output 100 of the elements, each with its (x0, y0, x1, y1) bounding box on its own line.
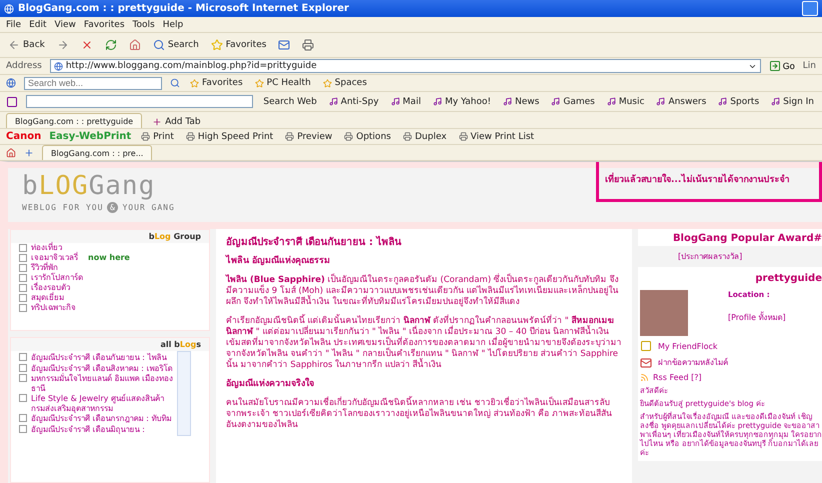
menu-item[interactable]: File (6, 20, 22, 30)
article-paragraph: คนในสมัยโบราณมีความเชื่อเกี่ยวกับอัญมณีชนิดนี้หลากหลาย เช่น ชาวยิวเชื่อว่าไพลินเป็นเสมือนสารลับจากพระเจ้า ชาวเปอร์เซียคิดว่าโลกของเราวางอยู่เหนือไพลินขนาดใหญ่ ส่วนท้องฟ้า คือ ภาพสะท้อนสีสันอันงดงามของไพลิน (226, 398, 613, 431)
toolbar-button[interactable]: Preview (283, 130, 334, 142)
panel-title: all bLogs (11, 338, 209, 351)
search-icon (152, 39, 165, 51)
article-title: อัญมณีประจำราศี เดือนกันยายน : ไพลิน (226, 237, 402, 248)
favorites-button[interactable]: Favorites (208, 38, 268, 52)
browser-tab[interactable]: BlogGang.com : : prettyguide (6, 113, 142, 128)
toolbar-button[interactable]: Options (342, 130, 393, 142)
print-button[interactable] (300, 38, 316, 52)
message-icon (640, 356, 652, 368)
go-button[interactable]: Go (768, 60, 795, 72)
blog-link[interactable]: อัญมณีประจำราศี เดือนมิถุนายน : (31, 424, 145, 434)
close-icon (80, 39, 93, 51)
site-tagline: WEBLOG FOR YOU & YOUR GANG (22, 202, 175, 213)
note-icon (718, 97, 728, 106)
plus-icon (152, 117, 162, 127)
back-arrow-icon (8, 39, 20, 51)
group-link[interactable]: ทริปเฉพาะกิจ (31, 303, 76, 313)
blog-link[interactable]: Life Style & Jewelry ศูนย์แสดงสินค้ากรมส่งเสริมอุตสาหกรรม (31, 394, 177, 413)
toolbar-button[interactable]: Games (549, 96, 597, 108)
message-link[interactable]: ฝากข้อความหลังไมค์ (658, 356, 728, 369)
star-icon (254, 78, 264, 88)
rss-icon (640, 373, 649, 382)
note-icon (656, 97, 666, 106)
printer-icon (402, 132, 412, 141)
printer-icon (458, 132, 468, 141)
blog-link[interactable]: มหกรรมมั่นใจไทยแลนด์ อิมแพค เมืองทองธานี (31, 374, 177, 393)
site-logo: bLOGGang (22, 172, 156, 200)
toolbar-button[interactable]: Anti-Spy (326, 96, 381, 108)
toolbar-button[interactable]: My Yahoo! (430, 96, 494, 108)
search-button[interactable]: Search (150, 38, 201, 52)
plus-icon (24, 148, 34, 158)
links-label: Lin (802, 61, 816, 71)
toolbar-button[interactable]: High Speed Print (184, 130, 276, 142)
star-icon (322, 78, 332, 88)
browser-icon (6, 78, 16, 88)
search-web-button[interactable]: Search Web (261, 96, 319, 108)
note-icon (771, 97, 780, 106)
menu-item[interactable]: View (54, 20, 76, 30)
printer-icon (285, 132, 294, 141)
note-icon (390, 97, 400, 106)
note-icon (606, 97, 616, 106)
group-link[interactable]: รีวิวที่พัก (31, 263, 58, 273)
toolbar-button[interactable]: View Print List (456, 130, 536, 142)
article-heading: อัญมณีแห่งความจริงใจ (226, 379, 315, 390)
page-tab[interactable]: BlogGang.com : : pre... (42, 145, 152, 160)
article-heading: ไพลิน อัญมณีแห่งคุณธรรม (226, 256, 332, 267)
toolbar-button[interactable]: Print (139, 130, 176, 142)
group-link[interactable]: เรารักโปสการ์ด (31, 273, 83, 283)
banner[interactable]: เที่ยวแล้วสบายใจ...ไม่เน้นรายได้จากงานประจำ (596, 162, 822, 202)
menu-item[interactable]: Favorites (84, 20, 125, 30)
scrollbar[interactable] (177, 351, 191, 436)
mail-icon (278, 39, 290, 51)
back-button[interactable]: Back (6, 38, 47, 52)
toolbar-button[interactable]: News (501, 96, 542, 108)
minimize-button[interactable] (802, 1, 818, 16)
group-link[interactable]: ท่องเที่ยว (31, 243, 62, 253)
group-link[interactable]: เจอมาจิวเวลรี่ (31, 253, 78, 263)
menu-item[interactable]: Edit (29, 20, 46, 30)
printer-icon (186, 132, 195, 141)
article-paragraph: คำเรียกอัญมณีชนิดนี้ แต่เดิมนั้นคนไทยเรียกว่า นิลกาฬ ดังที่ปรากฏในคำกลอนนพรัตน์ที่ว่า " สีหมอกเมฆนิลกาฬ " แต่ต่อมาเปลี่ยนมาเรียกกันว่า " ไพลิน " เนื่องจาก เมื่อประมาณ 30 – 40 ปีก่อน นิลกาฬสีน้ำเงินเข้มสดที่มาจากจังหวัดไพลิน ประเทศเขมรเป็นที่ต้องการของตลาดมาก เมื่อผู้ขายนำมาขายจึงต้องระบุว่ามาจากจังหวัดไพลิน จนคำว่า " ไพลิน " กลายเป็นคำเรียกแทน " นิลกาฬ " ไปโดยปริยาย ส่วนคำว่า Sapphire นั้น มาจากคำว่า Sapphiros ในภาษากรีก แปลว่า สีน้ำเงิน (226, 316, 622, 371)
toolbar-button[interactable]: Favorites (188, 77, 245, 89)
yahoo-search-field[interactable] (26, 95, 254, 108)
toolbar-button[interactable]: Music (604, 96, 646, 108)
toolbar-button[interactable]: Sign In (769, 96, 816, 108)
search-icon (170, 78, 180, 88)
star-icon (190, 78, 199, 88)
page-icon (54, 62, 63, 70)
forward-arrow-icon (56, 39, 69, 51)
rss-link[interactable]: Rss Feed [?] (653, 373, 702, 382)
toolbar-button[interactable]: Duplex (400, 130, 449, 142)
toolbar-button[interactable]: Mail (388, 96, 423, 108)
toolbar-button[interactable]: Sports (716, 96, 762, 108)
blog-link[interactable]: อัญมณีประจำราศี เดือนกรกฎาคม : ทับทิม (31, 414, 172, 424)
note-icon (432, 97, 442, 106)
award-link[interactable]: [ประกาศผลรางวัล] (638, 250, 822, 263)
toolbar-button[interactable]: Spaces (320, 77, 369, 89)
article-paragraph: ไพลิน (Blue Sapphire) เป็นอัญมณีในตระกูลคอรันดัม (Corandam) ซึ่งเป็นตระกูลเดียวกันกับทับทิม จึงมีความแข็ง 9 โมส์ (Moh) และมีความวาวแบบเพชรเช่นเดียวกัน แต่ไพลินมีแร่ไทเทเนียมและเหล็กปนอยู่ในผลึก จึงทำให้ไพลินมีสีน้ำเงิน ในขณะที่ทับทิมมีแร่โครเมียมปนอยู่จึงทำให้มีสีแดง (226, 275, 620, 308)
star-icon (210, 39, 223, 51)
search-field[interactable]: Search web... (24, 76, 162, 90)
group-link[interactable]: สมุดเยี่ยม (31, 293, 64, 303)
note-icon (503, 97, 512, 106)
note-icon (328, 97, 338, 106)
printer-icon (141, 132, 150, 141)
address-field[interactable]: http://www.bloggang.com/mainblog.php?id=prittyguide (50, 59, 761, 73)
profile-link[interactable]: [Profile ทั้งหมด] (728, 311, 786, 324)
toolbar-button[interactable]: Answers (654, 96, 708, 108)
mail-button[interactable] (276, 38, 292, 52)
friendflock-link[interactable]: My FriendFlock (658, 342, 718, 350)
menu-item[interactable]: Tools (132, 20, 155, 30)
blog-link[interactable]: อัญมณีประจำราศี เดือนกันยายน : ไพลิน (31, 353, 166, 362)
group-link[interactable]: เรื่องรอบตัว (31, 283, 70, 293)
menu-item[interactable]: Help (162, 20, 184, 30)
blog-link[interactable]: อัญมณีประจำราศี เดือนสิงหาคม : เพอริโด (31, 364, 172, 373)
note-icon (551, 97, 560, 106)
add-tab-button[interactable]: Add Tab (150, 116, 203, 128)
toolbar-button[interactable]: PC Health (252, 77, 313, 89)
printer-icon (302, 39, 314, 51)
award-title: BlogGang Popular Award# (638, 229, 822, 246)
